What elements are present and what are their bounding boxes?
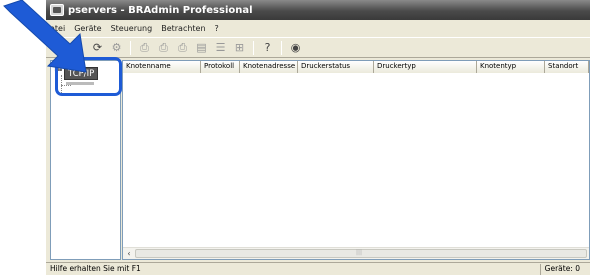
scroll-left-icon[interactable]: ‹ bbox=[124, 248, 134, 259]
device-list[interactable]: Knotenname Protokoll Knotenadresse Druck… bbox=[122, 60, 590, 260]
toolbar-separator bbox=[281, 40, 282, 55]
toolbar: ⌕ ↻ ⟳ ⚙ ⎙ ⎙ ⎙ ▤ ☰ ⊞ ? ◉ bbox=[46, 37, 590, 58]
status-device-count: Geräte: 0 bbox=[539, 264, 584, 275]
help-icon[interactable]: ? bbox=[260, 40, 275, 55]
printer-status-icon[interactable]: ⎙ bbox=[175, 40, 190, 55]
queue-icon[interactable]: ⊞ bbox=[232, 40, 247, 55]
column-header-druckertyp[interactable]: Druckertyp bbox=[374, 61, 477, 73]
menu-item-help[interactable]: ? bbox=[215, 24, 219, 33]
scrollbar-thumb[interactable] bbox=[135, 249, 587, 258]
printer-icon[interactable]: ⎙ bbox=[156, 40, 171, 55]
menu-bar: atei Geräte Steuerung Betrachten ? bbox=[46, 20, 590, 36]
column-header-knotentyp[interactable]: Knotentyp bbox=[477, 61, 545, 73]
printer-config-icon[interactable]: ⎙ bbox=[137, 40, 152, 55]
network-icon[interactable]: ◉ bbox=[288, 40, 303, 55]
status-help-text: Hilfe erhalten Sie mit F1 bbox=[50, 264, 141, 273]
status-bar: Hilfe erhalten Sie mit F1 Geräte: 0 bbox=[46, 262, 590, 275]
column-header-standort[interactable]: Standort bbox=[545, 61, 589, 73]
toolbar-separator bbox=[253, 40, 254, 55]
column-header-druckerstatus[interactable]: Druckerstatus bbox=[298, 61, 374, 73]
tree-item-secondary[interactable] bbox=[66, 82, 94, 85]
horizontal-scrollbar[interactable]: ‹ bbox=[123, 247, 589, 259]
toolbar-separator bbox=[130, 40, 131, 55]
pointer-arrow-icon bbox=[3, 0, 87, 73]
list-header: Knotenname Protokoll Knotenadresse Druck… bbox=[123, 61, 589, 73]
column-header-knotenname[interactable]: Knotenname bbox=[123, 61, 201, 73]
column-header-knotenadresse[interactable]: Knotenadresse bbox=[240, 61, 298, 73]
app-window: pservers - BRAdmin Professional atei Ger… bbox=[46, 0, 590, 275]
document-icon[interactable]: ▤ bbox=[194, 40, 209, 55]
list-icon[interactable]: ☰ bbox=[213, 40, 228, 55]
column-header-protokoll[interactable]: Protokoll bbox=[201, 61, 240, 73]
menu-item-betrachten[interactable]: Betrachten bbox=[161, 24, 205, 33]
title-bar[interactable]: pservers - BRAdmin Professional bbox=[46, 0, 590, 20]
